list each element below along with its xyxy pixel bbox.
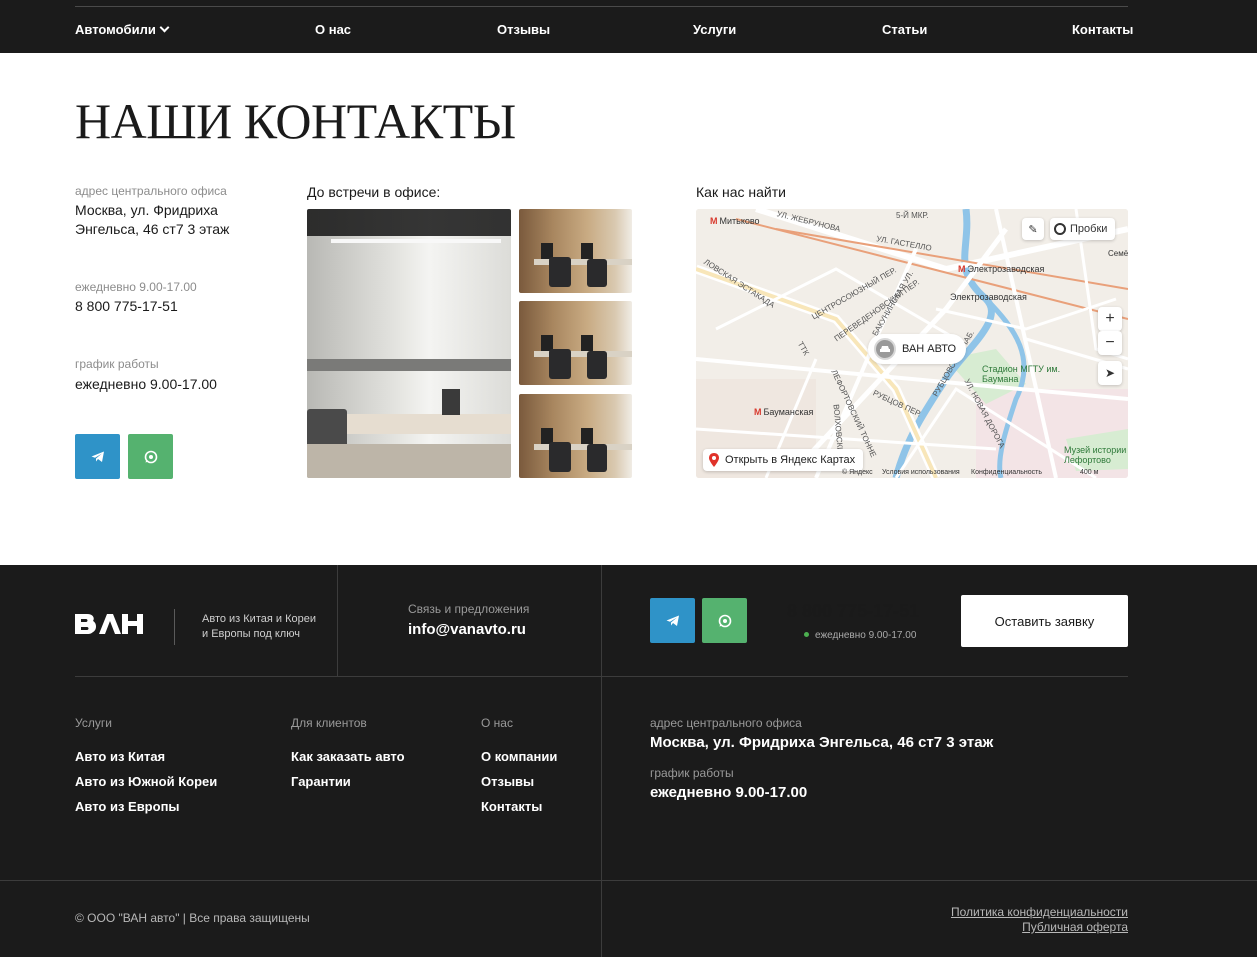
metro-icon: М bbox=[958, 264, 966, 274]
feedback-label: Связь и предложения bbox=[408, 602, 530, 616]
chevron-down-icon bbox=[159, 22, 170, 33]
telegram-button[interactable] bbox=[75, 434, 120, 479]
nav-divider bbox=[75, 6, 1128, 7]
traffic-icon bbox=[1054, 223, 1066, 235]
map-scale: 400 м bbox=[1080, 469, 1099, 476]
location-arrow-icon: ➤ bbox=[1104, 366, 1116, 380]
map-terms[interactable]: Условия использования bbox=[882, 469, 960, 476]
office-photo-1[interactable] bbox=[519, 209, 632, 293]
privacy-policy-link[interactable]: Политика конфиденциальности bbox=[951, 905, 1128, 919]
footer-link-reviews[interactable]: Отзывы bbox=[481, 774, 534, 789]
car-icon bbox=[874, 338, 896, 360]
logo-icon bbox=[75, 614, 143, 634]
ruler-icon: ✎ bbox=[1028, 223, 1038, 236]
map-label-baumanskaya: М Бауманская bbox=[754, 407, 814, 417]
footer-schedule-label: график работы bbox=[650, 766, 734, 780]
whatsapp-icon bbox=[144, 450, 157, 463]
footer-col-services-title: Услуги bbox=[75, 716, 112, 730]
minus-icon: − bbox=[1105, 334, 1115, 351]
nav-item-contacts[interactable]: Контакты bbox=[1072, 22, 1133, 37]
footer-link-company[interactable]: О компании bbox=[481, 749, 557, 764]
status-dot bbox=[804, 632, 809, 637]
address-label: адрес центрального офиса bbox=[75, 184, 227, 198]
page-title: НАШИ КОНТАКТЫ bbox=[75, 93, 516, 149]
map-label-mitkovo: М Митьково bbox=[710, 216, 760, 226]
map-label-museum: Музей истории Лефортово bbox=[1064, 445, 1127, 465]
footer-whatsapp-button[interactable] bbox=[702, 598, 747, 643]
footer-address-label: адрес центрального офиса bbox=[650, 716, 802, 730]
office-photo-main[interactable] bbox=[307, 209, 511, 478]
whatsapp-button[interactable] bbox=[128, 434, 173, 479]
office-photo-2[interactable] bbox=[519, 301, 632, 385]
nav-item-about[interactable]: О нас bbox=[315, 22, 351, 37]
plus-icon: + bbox=[1105, 310, 1115, 327]
footer-divider bbox=[601, 565, 602, 957]
map-label-elektrozavodskaya-2: Электрозаводская bbox=[950, 292, 1027, 302]
map-title: Как нас найти bbox=[696, 184, 786, 200]
office-title: До встречи в офисе: bbox=[307, 184, 441, 200]
nav-item-articles[interactable]: Статьи bbox=[882, 22, 927, 37]
zoom-out-button[interactable]: − bbox=[1098, 331, 1122, 355]
office-photo-3[interactable] bbox=[519, 394, 632, 478]
top-navigation: Автомобили О нас Отзывы Услуги Статьи Ко… bbox=[0, 0, 1257, 53]
footer-col-about-title: О нас bbox=[481, 716, 513, 730]
footer-phone[interactable]: 8 800 775-17-51 bbox=[787, 601, 919, 622]
nav-item-cars[interactable]: Автомобили bbox=[75, 22, 170, 37]
footer-address: Москва, ул. Фридриха Энгельса, 46 ст7 3 … bbox=[650, 734, 994, 751]
footer-telegram-button[interactable] bbox=[650, 598, 695, 643]
footer-link-europe[interactable]: Авто из Европы bbox=[75, 799, 180, 814]
phone-label: ежедневно 9.00-17.00 bbox=[75, 280, 197, 294]
metro-icon: М bbox=[754, 407, 762, 417]
phone-number[interactable]: 8 800 775-17-51 bbox=[75, 297, 178, 316]
map-label-5mkr: 5-Й МКР. bbox=[896, 211, 929, 220]
map-label-seme: Семё bbox=[1108, 249, 1128, 258]
whatsapp-icon bbox=[718, 614, 731, 627]
map-label-stadium: Стадион МГТУ им. Баумана bbox=[982, 364, 1061, 384]
footer-link-china[interactable]: Авто из Китая bbox=[75, 749, 165, 764]
company-logo[interactable] bbox=[75, 612, 145, 647]
traffic-button[interactable]: Пробки bbox=[1050, 218, 1116, 240]
telegram-icon bbox=[91, 451, 104, 462]
footer-copyright: © ООО "ВАН авто" | Все права защищены bbox=[75, 911, 310, 925]
footer-phone-schedule: ежедневно 9.00-17.00 bbox=[804, 628, 916, 643]
public-offer-link[interactable]: Публичная оферта bbox=[1022, 920, 1128, 934]
footer-divider bbox=[0, 880, 1257, 881]
schedule-value: ежедневно 9.00-17.00 bbox=[75, 376, 217, 392]
nav-item-reviews[interactable]: Отзывы bbox=[497, 22, 550, 37]
address-line-2: Энгельса, 46 ст7 3 этаж bbox=[75, 221, 230, 237]
map-marker-icon bbox=[709, 453, 719, 467]
leave-request-button[interactable]: Оставить заявку bbox=[961, 595, 1128, 647]
telegram-icon bbox=[666, 615, 679, 626]
metro-icon: М bbox=[710, 216, 718, 226]
footer-divider bbox=[75, 676, 1128, 677]
ruler-button[interactable]: ✎ bbox=[1022, 218, 1044, 240]
nav-item-services[interactable]: Услуги bbox=[693, 22, 736, 37]
footer-schedule: ежедневно 9.00-17.00 bbox=[650, 784, 808, 801]
map-pin-vanavto[interactable]: ВАН АВТО bbox=[868, 334, 967, 364]
footer-link-contacts[interactable]: Контакты bbox=[481, 799, 542, 814]
geolocation-button[interactable]: ➤ bbox=[1098, 361, 1122, 385]
footer-tagline-1: Авто из Китая и Кореи bbox=[202, 613, 316, 625]
footer-divider bbox=[337, 565, 338, 676]
address-line-1: Москва, ул. Фридриха bbox=[75, 202, 218, 218]
footer-link-korea[interactable]: Авто из Южной Кореи bbox=[75, 774, 217, 789]
footer-link-how-to-order[interactable]: Как заказать авто bbox=[291, 749, 405, 764]
open-yandex-maps-button[interactable]: Открыть в Яндекс Картах bbox=[703, 449, 864, 471]
footer-col-clients-title: Для клиентов bbox=[291, 716, 367, 730]
map-label-elektrozavodskaya-1: М Электрозаводская bbox=[958, 264, 1045, 274]
zoom-in-button[interactable]: + bbox=[1098, 307, 1122, 331]
map-privacy[interactable]: Конфиденциальность bbox=[971, 469, 1042, 476]
map-copyright[interactable]: © Яндекс bbox=[842, 469, 873, 476]
schedule-label: график работы bbox=[75, 357, 159, 371]
logo-divider bbox=[174, 609, 175, 645]
footer-email[interactable]: info@vanavto.ru bbox=[408, 621, 526, 638]
footer-link-guarantees[interactable]: Гарантии bbox=[291, 774, 351, 789]
footer-tagline-2: и Европы под ключ bbox=[202, 628, 300, 640]
